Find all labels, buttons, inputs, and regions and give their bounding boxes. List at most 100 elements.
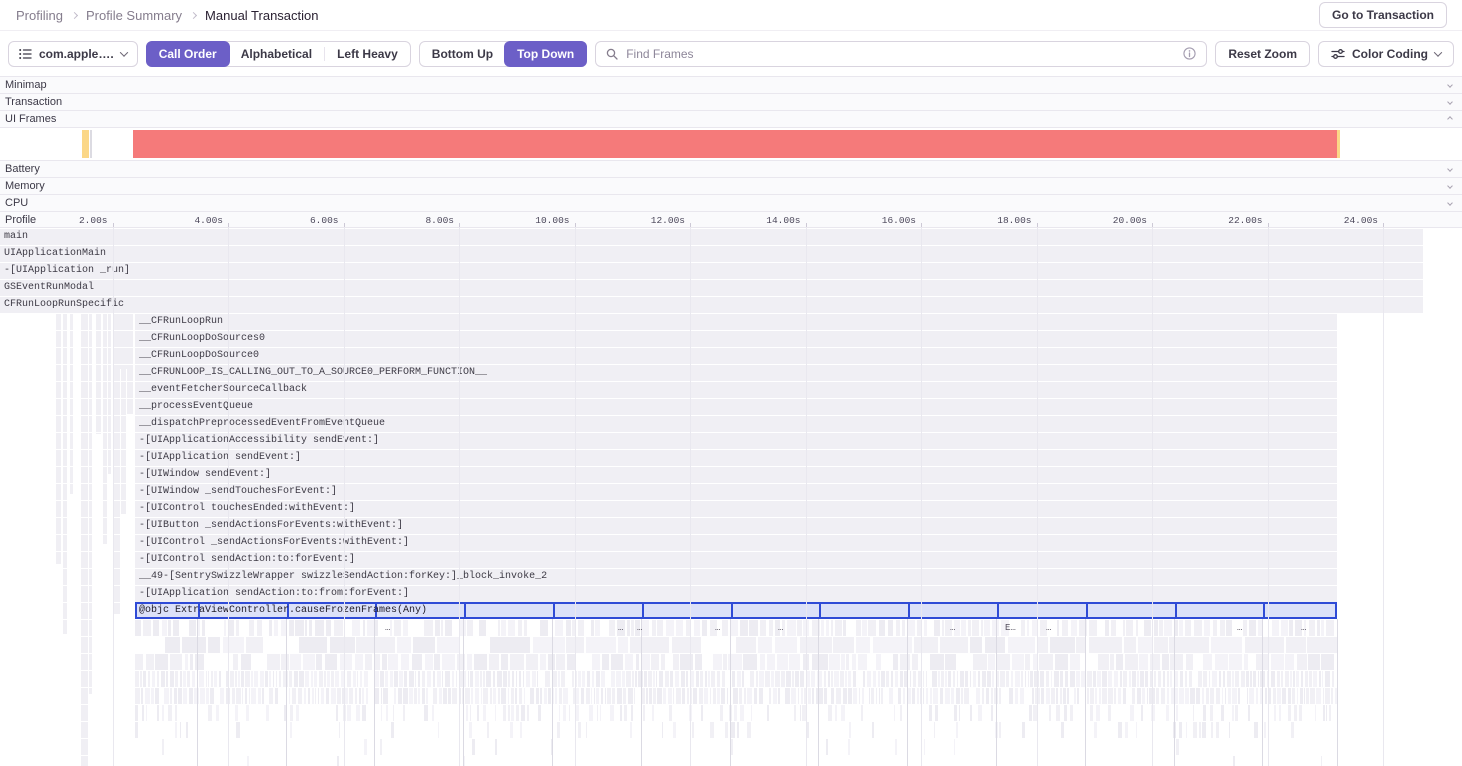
flame-mini-frame[interactable] [754, 688, 757, 704]
flame-mini-frame[interactable] [235, 705, 238, 721]
flame-mini-frame[interactable] [483, 671, 485, 687]
flame-mini-frame[interactable] [968, 620, 971, 636]
flame-side-stack[interactable] [70, 314, 73, 494]
flame-mini-frame[interactable] [1272, 620, 1279, 636]
flame-mini-frame[interactable] [448, 688, 451, 704]
flame-mini-frame[interactable] [829, 654, 840, 670]
flame-mini-frame[interactable] [135, 671, 139, 687]
flame-mini-frame[interactable] [208, 671, 209, 687]
section-memory[interactable]: Memory [0, 177, 1462, 194]
flame-frame[interactable]: -[UIWindow _sendTouchesForEvent:] [135, 484, 1337, 500]
flame-mini-frame[interactable] [175, 722, 177, 738]
flame-mini-frame[interactable] [717, 671, 720, 687]
flame-mini-frame[interactable] [582, 671, 585, 687]
flame-mini-frame[interactable] [824, 688, 827, 704]
flame-mini-frame[interactable] [957, 671, 958, 687]
flame-mini-frame[interactable] [1161, 688, 1165, 704]
flame-mini-frame[interactable] [422, 688, 425, 704]
flame-mini-frame[interactable] [635, 671, 637, 687]
flame-mini-frame[interactable] [800, 671, 804, 687]
flame-side-stack[interactable] [63, 314, 67, 634]
flame-mini-frame[interactable] [1219, 671, 1221, 687]
flame-mini-frame[interactable] [467, 620, 473, 636]
sort-call-order-button[interactable]: Call Order [146, 41, 230, 67]
flame-mini-frame[interactable] [926, 688, 928, 704]
flame-mini-frame[interactable] [1222, 688, 1223, 704]
flame-mini-frame[interactable] [744, 688, 745, 704]
flame-mini-frame[interactable] [279, 671, 281, 687]
flame-mini-frame[interactable] [1176, 705, 1178, 721]
flame-mini-frame[interactable] [520, 722, 522, 738]
flame-mini-frame[interactable] [896, 620, 900, 636]
flame-mini-frame[interactable] [1040, 671, 1044, 687]
flame-mini-frame[interactable] [696, 671, 699, 687]
flamegraph-canvas[interactable]: mainUIApplicationMain-[UIApplication _ru… [0, 228, 1462, 766]
flame-mini-frame[interactable] [1323, 705, 1324, 721]
flame-mini-frame[interactable] [1156, 688, 1159, 704]
flame-mini-frame[interactable] [1258, 671, 1260, 687]
flame-mini-frame[interactable] [819, 688, 822, 704]
flame-frame[interactable]: __CFRunLoopDoSources0 [135, 331, 1337, 347]
flame-mini-frame[interactable] [826, 620, 829, 636]
flame-mini-frame[interactable] [390, 671, 393, 687]
flame-mini-frame[interactable] [424, 705, 428, 721]
flame-frame[interactable]: -[UIButton _sendActionsForEvents:withEve… [135, 518, 1337, 534]
flame-mini-frame[interactable] [898, 688, 900, 704]
flame-mini-frame[interactable] [162, 739, 164, 755]
flame-mini-frame[interactable] [1063, 688, 1066, 704]
flame-mini-frame[interactable] [220, 688, 225, 704]
flame-mini-frame[interactable] [1226, 620, 1232, 636]
flame-mini-frame[interactable] [1050, 637, 1075, 653]
flame-mini-frame[interactable] [1132, 688, 1135, 704]
flame-mini-frame[interactable] [1162, 654, 1170, 670]
flame-mini-frame[interactable] [1123, 671, 1127, 687]
flame-mini-frame[interactable] [438, 722, 439, 738]
flame-mini-frame[interactable] [403, 705, 406, 721]
flame-mini-frame[interactable] [146, 705, 148, 721]
flame-mini-frame[interactable] [1325, 688, 1329, 704]
flame-mini-frame[interactable] [185, 654, 188, 670]
flame-mini-frame[interactable] [223, 637, 243, 653]
flame-mini-frame[interactable] [628, 688, 633, 704]
flame-mini-frame[interactable] [631, 705, 633, 721]
flame-mini-frame[interactable] [708, 671, 709, 687]
flame-mini-frame[interactable] [273, 671, 275, 687]
flame-mini-frame[interactable] [1110, 654, 1114, 670]
flame-mini-frame[interactable] [501, 688, 506, 704]
flame-mini-frame[interactable] [596, 671, 600, 687]
flame-mini-frame[interactable] [284, 705, 287, 721]
color-coding-dropdown[interactable]: Color Coding [1318, 41, 1454, 67]
flame-frame[interactable]: -[UIApplication sendEvent:] [135, 450, 1337, 466]
flame-mini-frame[interactable] [412, 654, 423, 670]
flame-mini-frame[interactable] [472, 739, 475, 755]
flame-mini-frame[interactable] [849, 722, 851, 738]
flame-mini-frame[interactable] [970, 671, 972, 687]
flame-mini-frame[interactable] [490, 688, 492, 704]
flame-mini-frame[interactable] [1216, 688, 1220, 704]
flame-mini-frame[interactable] [208, 637, 220, 653]
flame-mini-frame[interactable] [961, 620, 966, 636]
flame-mini-frame[interactable] [189, 688, 193, 704]
flame-mini-frame[interactable] [555, 688, 557, 704]
flame-mini-frame[interactable] [876, 654, 881, 670]
flame-mini-frame[interactable] [1286, 637, 1306, 653]
flame-mini-frame[interactable] [540, 688, 542, 704]
flame-mini-frame[interactable] [861, 705, 863, 721]
flame-mini-frame[interactable] [670, 671, 673, 687]
flame-mini-frame[interactable] [601, 688, 603, 704]
flame-mini-frame[interactable] [1297, 654, 1307, 670]
flame-mini-frame[interactable] [1211, 722, 1213, 738]
flame-mini-frame[interactable] [314, 671, 318, 687]
flame-mini-frame[interactable] [135, 705, 138, 721]
flame-mini-frame[interactable] [178, 688, 182, 704]
flame-frame[interactable]: __CFRUNLOOP_IS_CALLING_OUT_TO_A_SOURCE0_… [135, 365, 1337, 381]
flame-mini-frame[interactable] [652, 705, 654, 721]
flame-mini-frame[interactable] [1291, 722, 1293, 738]
flame-mini-frame[interactable] [143, 620, 151, 636]
flame-mini-frame[interactable] [1051, 688, 1054, 704]
flame-mini-frame[interactable] [463, 705, 464, 721]
flame-mini-frame[interactable] [623, 688, 626, 704]
flame-mini-frame[interactable] [305, 620, 308, 636]
flame-mini-frame[interactable] [596, 688, 599, 704]
flame-mini-frame[interactable] [1293, 671, 1294, 687]
